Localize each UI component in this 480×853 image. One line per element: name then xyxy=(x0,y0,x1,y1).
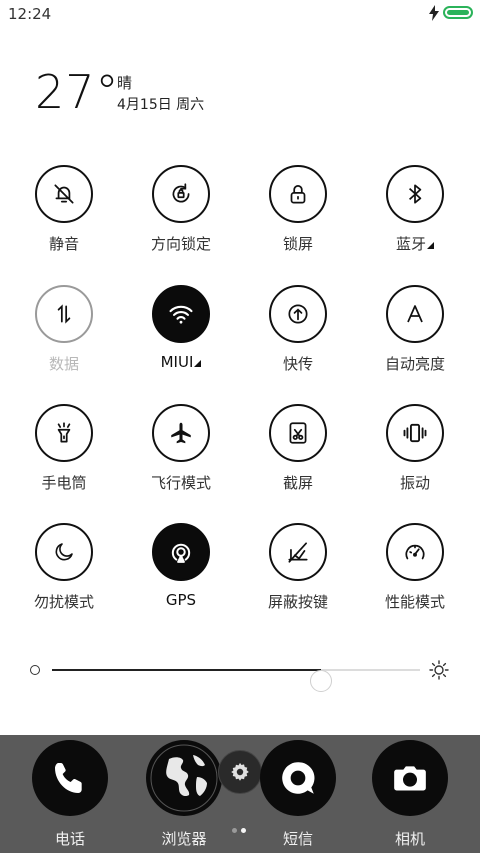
status-bar: 12:24 xyxy=(0,0,480,30)
page-indicator xyxy=(232,828,252,834)
toggle-screenshot[interactable]: 截屏 xyxy=(243,404,353,514)
app-label: 短信 xyxy=(282,830,313,848)
toggle-block-keys[interactable]: 屏蔽按键 xyxy=(243,523,353,633)
toggle-label: 飞行模式 xyxy=(150,474,211,492)
toggle-silent[interactable]: 静音 xyxy=(9,165,119,275)
status-time: 12:24 xyxy=(8,5,52,23)
lock-icon xyxy=(269,165,327,223)
toggle-vibrate[interactable]: 振动 xyxy=(360,404,470,514)
brightness-track-fill xyxy=(52,669,321,671)
toggle-gps[interactable]: GPS xyxy=(126,523,236,633)
toggle-label: 锁屏 xyxy=(282,235,313,253)
toggle-label: 手电筒 xyxy=(41,474,87,492)
toggle-flashlight[interactable]: 手电筒 xyxy=(9,404,119,514)
camera-icon xyxy=(372,740,448,816)
toggle-bluetooth[interactable]: 蓝牙 xyxy=(360,165,470,275)
toggle-performance[interactable]: 性能模式 xyxy=(360,523,470,633)
toggle-label: GPS xyxy=(165,591,197,609)
toggle-label: MIUI xyxy=(126,353,236,371)
app-messages[interactable]: 短信 xyxy=(248,740,348,850)
brightness-high-icon xyxy=(429,660,449,680)
toggle-label: 勿扰模式 xyxy=(33,593,94,611)
app-label: 浏览器 xyxy=(161,830,207,848)
toggle-rotation-lock[interactable]: 方向锁定 xyxy=(126,165,236,275)
rotation-lock-icon xyxy=(152,165,210,223)
expand-triangle-icon[interactable] xyxy=(194,360,202,367)
toggle-lock-screen[interactable]: 锁屏 xyxy=(243,165,353,275)
auto-brightness-icon xyxy=(386,285,444,343)
flashlight-icon xyxy=(35,404,93,462)
message-icon xyxy=(260,740,336,816)
temperature: 27° xyxy=(35,65,120,119)
globe-icon xyxy=(146,740,222,816)
toggle-label: 数据 xyxy=(48,355,79,373)
app-label: 电话 xyxy=(54,830,85,848)
expand-triangle-icon[interactable] xyxy=(427,242,434,249)
data-arrows-icon xyxy=(35,285,93,343)
toggle-do-not-disturb[interactable]: 勿扰模式 xyxy=(9,523,119,633)
toggle-wifi[interactable]: MIUI xyxy=(126,285,236,395)
toggle-airplane[interactable]: 飞行模式 xyxy=(126,404,236,514)
gps-icon xyxy=(152,523,210,581)
moon-icon xyxy=(35,523,93,581)
brightness-track[interactable] xyxy=(52,669,420,692)
upload-icon xyxy=(269,285,327,343)
toggle-label-text: 蓝牙 xyxy=(395,235,426,253)
toggle-label: 振动 xyxy=(399,474,430,492)
brightness-low-icon xyxy=(30,665,40,675)
weather-condition: 晴 xyxy=(117,74,133,92)
bluetooth-icon xyxy=(386,165,444,223)
toggle-auto-brightness[interactable]: 自动亮度 xyxy=(360,285,470,395)
vibrate-icon xyxy=(386,404,444,462)
screenshot-icon xyxy=(269,404,327,462)
brightness-slider[interactable] xyxy=(30,658,450,692)
toggle-label-text: MIUI xyxy=(160,353,194,371)
charging-icon xyxy=(429,5,439,21)
page-dot[interactable] xyxy=(232,828,237,833)
toggle-label: 屏蔽按键 xyxy=(267,593,328,611)
app-label: 相机 xyxy=(394,830,425,848)
speedometer-icon xyxy=(386,523,444,581)
battery-level xyxy=(447,10,469,15)
app-camera[interactable]: 相机 xyxy=(360,740,460,850)
battery-icon xyxy=(443,6,473,19)
phone-icon xyxy=(32,740,108,816)
toggle-data[interactable]: 数据 xyxy=(9,285,119,395)
app-phone[interactable]: 电话 xyxy=(20,740,120,850)
block-keys-icon xyxy=(269,523,327,581)
brightness-thumb[interactable] xyxy=(309,670,332,692)
toggle-label: 静音 xyxy=(48,235,79,253)
page-dot-active[interactable] xyxy=(241,828,246,833)
airplane-icon xyxy=(152,404,210,462)
toggle-quick-transfer[interactable]: 快传 xyxy=(243,285,353,395)
toggle-label: 自动亮度 xyxy=(384,355,445,373)
toggle-label: 快传 xyxy=(282,355,313,373)
toggle-label: 截屏 xyxy=(282,474,313,492)
toggle-label: 性能模式 xyxy=(384,593,445,611)
date-text: 4月15日 周六 xyxy=(117,97,205,113)
wifi-icon xyxy=(152,285,210,343)
app-browser[interactable]: 浏览器 xyxy=(134,740,234,850)
toggle-label: 蓝牙 xyxy=(360,233,470,254)
toggle-label: 方向锁定 xyxy=(150,235,211,253)
app-dock: 电话 浏览器 短信 相机 xyxy=(0,735,480,853)
bell-slash-icon xyxy=(35,165,93,223)
